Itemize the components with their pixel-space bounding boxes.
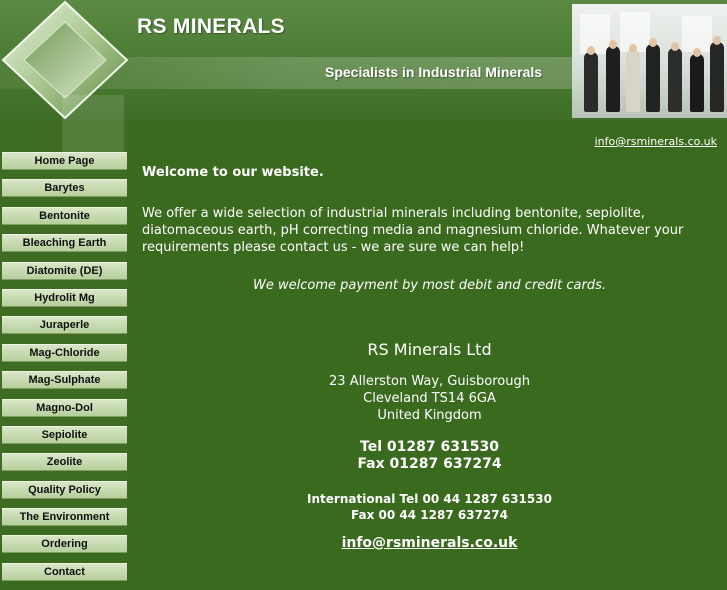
nav-item-juraperle[interactable]: Juraperle <box>2 316 127 335</box>
intl-fax-number: Fax 00 44 1287 637274 <box>351 508 508 522</box>
nav-item-quality-policy[interactable]: Quality Policy <box>2 480 127 499</box>
email-link-top[interactable]: info@rsminerals.co.uk <box>595 135 717 148</box>
address-country: United Kingdom <box>377 408 482 423</box>
email-link-bottom[interactable]: info@rsminerals.co.uk <box>142 535 717 551</box>
brand-title: RS MINERALS <box>137 15 285 38</box>
phone-number: Tel 01287 631530 <box>360 439 499 455</box>
nav-menu: Home Page Barytes Bentonite Bleaching Ea… <box>2 152 127 590</box>
intl-phone-number: International Tel 00 44 1287 631530 <box>307 492 552 506</box>
sidebar-stripe <box>62 95 124 155</box>
welcome-heading: Welcome to our website. <box>142 165 324 180</box>
nav-item-hydrolit-mg[interactable]: Hydrolit Mg <box>2 288 127 307</box>
nav-item-environment[interactable]: The Environment <box>2 508 127 527</box>
nav-item-bentonite[interactable]: Bentonite <box>2 206 127 225</box>
tagline: Specialists in Industrial Minerals <box>325 64 543 80</box>
nav-item-home[interactable]: Home Page <box>2 152 127 170</box>
nav-item-ordering[interactable]: Ordering <box>2 535 127 554</box>
nav-item-mag-sulphate[interactable]: Mag-Sulphate <box>2 371 127 390</box>
nav-item-mag-chloride[interactable]: Mag-Chloride <box>2 343 127 362</box>
nav-item-zeolite[interactable]: Zeolite <box>2 453 127 472</box>
team-photo <box>572 4 727 118</box>
address-town: Cleveland TS14 6GA <box>363 391 496 406</box>
nav-item-diatomite[interactable]: Diatomite (DE) <box>2 261 127 280</box>
fax-number: Fax 01287 637274 <box>357 456 502 472</box>
nav-item-magno-dol[interactable]: Magno-Dol <box>2 398 127 417</box>
address-street: 23 Allerston Way, Guisborough <box>329 374 530 389</box>
nav-item-barytes[interactable]: Barytes <box>2 179 127 198</box>
nav-item-bleaching-earth[interactable]: Bleaching Earth <box>2 234 127 253</box>
intro-paragraph: We offer a wide selection of industrial … <box>142 206 684 255</box>
payment-note: We welcome payment by most debit and cre… <box>253 278 606 293</box>
company-name: RS Minerals Ltd <box>367 340 492 359</box>
nav-item-contact[interactable]: Contact <box>2 562 127 581</box>
nav-item-sepiolite[interactable]: Sepiolite <box>2 425 127 444</box>
